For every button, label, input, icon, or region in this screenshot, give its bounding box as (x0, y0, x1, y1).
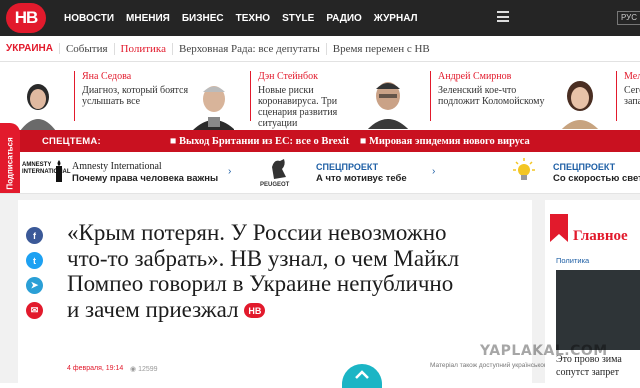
sidebar-news-image[interactable] (556, 270, 640, 350)
subnav-time[interactable]: Время перемен с НВ (327, 43, 436, 55)
watermark: YAPLAKAL.COM (480, 343, 608, 359)
promo-row: AMNESTY INTERNATIONAL Amnesty Internatio… (0, 152, 640, 194)
author-photo (368, 82, 408, 129)
author-photo (192, 86, 234, 131)
language-switch[interactable]: РУС (617, 11, 640, 25)
nav-techno[interactable]: ТЕХНО (236, 13, 270, 24)
nav-business[interactable]: БИЗНЕС (182, 13, 224, 24)
special-topic-link[interactable]: ■ Выход Британии из ЕС: все о Brexit (170, 136, 349, 147)
email-icon[interactable]: ✉ (26, 302, 43, 319)
special-project-label: СПЕЦПРОЕКТ (553, 162, 616, 172)
facebook-icon[interactable]: f (26, 227, 43, 244)
nav-news[interactable]: НОВОСТИ (64, 13, 114, 24)
section-ukraine[interactable]: УКРАИНА (0, 43, 60, 54)
peugeot-logo: PEUGEOT (260, 182, 290, 188)
lightbulb-icon (513, 158, 535, 180)
nav-opinions[interactable]: МНЕНИЯ (126, 13, 170, 24)
main-news-heading: Главное (573, 228, 628, 244)
author-headline[interactable]: Новые риски коронавируса. Три сценария р… (258, 85, 373, 129)
subnav-events[interactable]: События (60, 42, 115, 55)
promo-special[interactable]: СПЕЦПРОЕКТ Со скоростью свет (553, 161, 640, 185)
author-headline[interactable]: Диагноз, который боятся услышать все (82, 85, 197, 107)
chevron-right-icon[interactable]: › (228, 166, 231, 177)
chevron-right-icon[interactable]: › (432, 166, 435, 177)
chevron-down-icon (355, 370, 369, 379)
author-headline[interactable]: Зеленский кое-что подложит Коломойскому (438, 85, 553, 107)
nv-logo[interactable]: НВ (6, 3, 46, 33)
promo-title: Amnesty International (72, 161, 162, 172)
author-headline[interactable]: Сегод в запа (624, 85, 640, 107)
promo-amnesty[interactable]: Amnesty International Почему права челов… (72, 161, 218, 185)
author-photo (562, 81, 598, 129)
peugeot-lion-icon (272, 159, 286, 179)
bookmark-icon (550, 214, 568, 242)
special-topic-link[interactable]: ■ Мировая эпидемия нового вируса (360, 136, 530, 147)
author-photo (20, 84, 56, 131)
special-topic-label: СПЕЦТЕМА: (42, 135, 101, 147)
ukrainian-version-note[interactable]: Матеріал також доступний українською (430, 362, 549, 370)
nv-badge-icon: НВ (244, 303, 266, 318)
main-nav: НОВОСТИ МНЕНИЯ БИЗНЕС ТЕХНО STYLE РАДИО … (64, 0, 418, 36)
subnav-politics[interactable]: Политика (115, 42, 173, 55)
promo-text: Почему права человека важны (72, 173, 219, 184)
promo-text: А что мотивує тебе (316, 173, 407, 184)
special-project-label: СПЕЦПРОЕКТ (316, 162, 379, 172)
menu-icon[interactable] (497, 11, 509, 22)
article-date: 4 февраля, 19:14 (67, 365, 124, 372)
opinion-authors: Яна Седова Диагноз, который боятся услыш… (0, 62, 640, 131)
top-navigation-bar: НВ НОВОСТИ МНЕНИЯ БИЗНЕС ТЕХНО STYLE РАД… (0, 0, 640, 36)
section-subnav: УКРАИНА События Политика Верховная Рада:… (0, 36, 640, 62)
nav-style[interactable]: STYLE (282, 13, 314, 24)
special-topic-bar: СПЕЦТЕМА: ■ Выход Британии из ЕС: все о … (0, 130, 640, 152)
nav-magazine[interactable]: ЖУРНАЛ (374, 13, 418, 24)
telegram-icon[interactable]: ➤ (26, 277, 43, 294)
promo-peugeot[interactable]: СПЕЦПРОЕКТ А что мотивує тебе (316, 161, 407, 185)
subnav-rada[interactable]: Верховная Рада: все депутаты (173, 42, 327, 55)
article-title[interactable]: «Крым потерян. У России невозможно что-т… (67, 220, 467, 322)
amnesty-logo: AMNESTY INTERNATIONAL (22, 162, 71, 175)
nav-radio[interactable]: РАДИО (326, 13, 361, 24)
sidebar-category[interactable]: Политика (556, 256, 589, 265)
promo-text: Со скоростью свет (553, 173, 640, 184)
view-count: ◉ 12599 (130, 366, 158, 373)
candle-icon (56, 160, 62, 182)
twitter-icon[interactable]: t (26, 252, 43, 269)
